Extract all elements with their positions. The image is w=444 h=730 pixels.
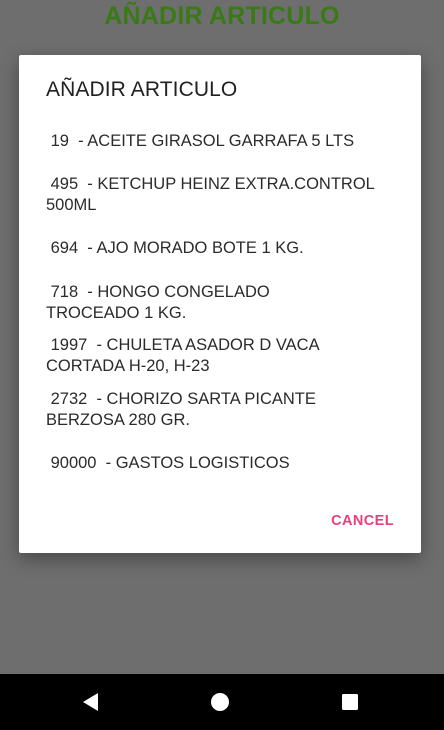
- list-item[interactable]: 90000 - GASTOS LOGISTICOS: [46, 453, 396, 474]
- list-item[interactable]: 19 - ACEITE GIRASOL GARRAFA 5 LTS: [46, 131, 396, 152]
- dialog-title: AÑADIR ARTICULO: [46, 78, 238, 101]
- list-item[interactable]: 718 - HONGO CONGELADO TROCEADO 1 KG.: [46, 282, 396, 324]
- cancel-button[interactable]: CANCEL: [331, 513, 394, 529]
- home-icon: [211, 693, 229, 711]
- add-article-dialog: AÑADIR ARTICULO 19 - ACEITE GIRASOL GARR…: [19, 55, 421, 553]
- recents-icon: [342, 694, 358, 710]
- list-item[interactable]: 694 - AJO MORADO BOTE 1 KG.: [46, 238, 396, 259]
- list-item[interactable]: 1997 - CHULETA ASADOR D VACA CORTADA H-2…: [46, 335, 396, 377]
- list-item[interactable]: 495 - KETCHUP HEINZ EXTRA.CONTROL 500ML: [46, 174, 396, 216]
- back-button[interactable]: [60, 674, 120, 730]
- list-item[interactable]: 2732 - CHORIZO SARTA PICANTE BERZOSA 280…: [46, 389, 396, 431]
- recents-button[interactable]: [320, 674, 380, 730]
- back-icon: [83, 693, 98, 711]
- app-title: AÑADIR ARTICULO: [104, 2, 340, 30]
- navigation-bar: [0, 674, 444, 730]
- home-button[interactable]: [190, 674, 250, 730]
